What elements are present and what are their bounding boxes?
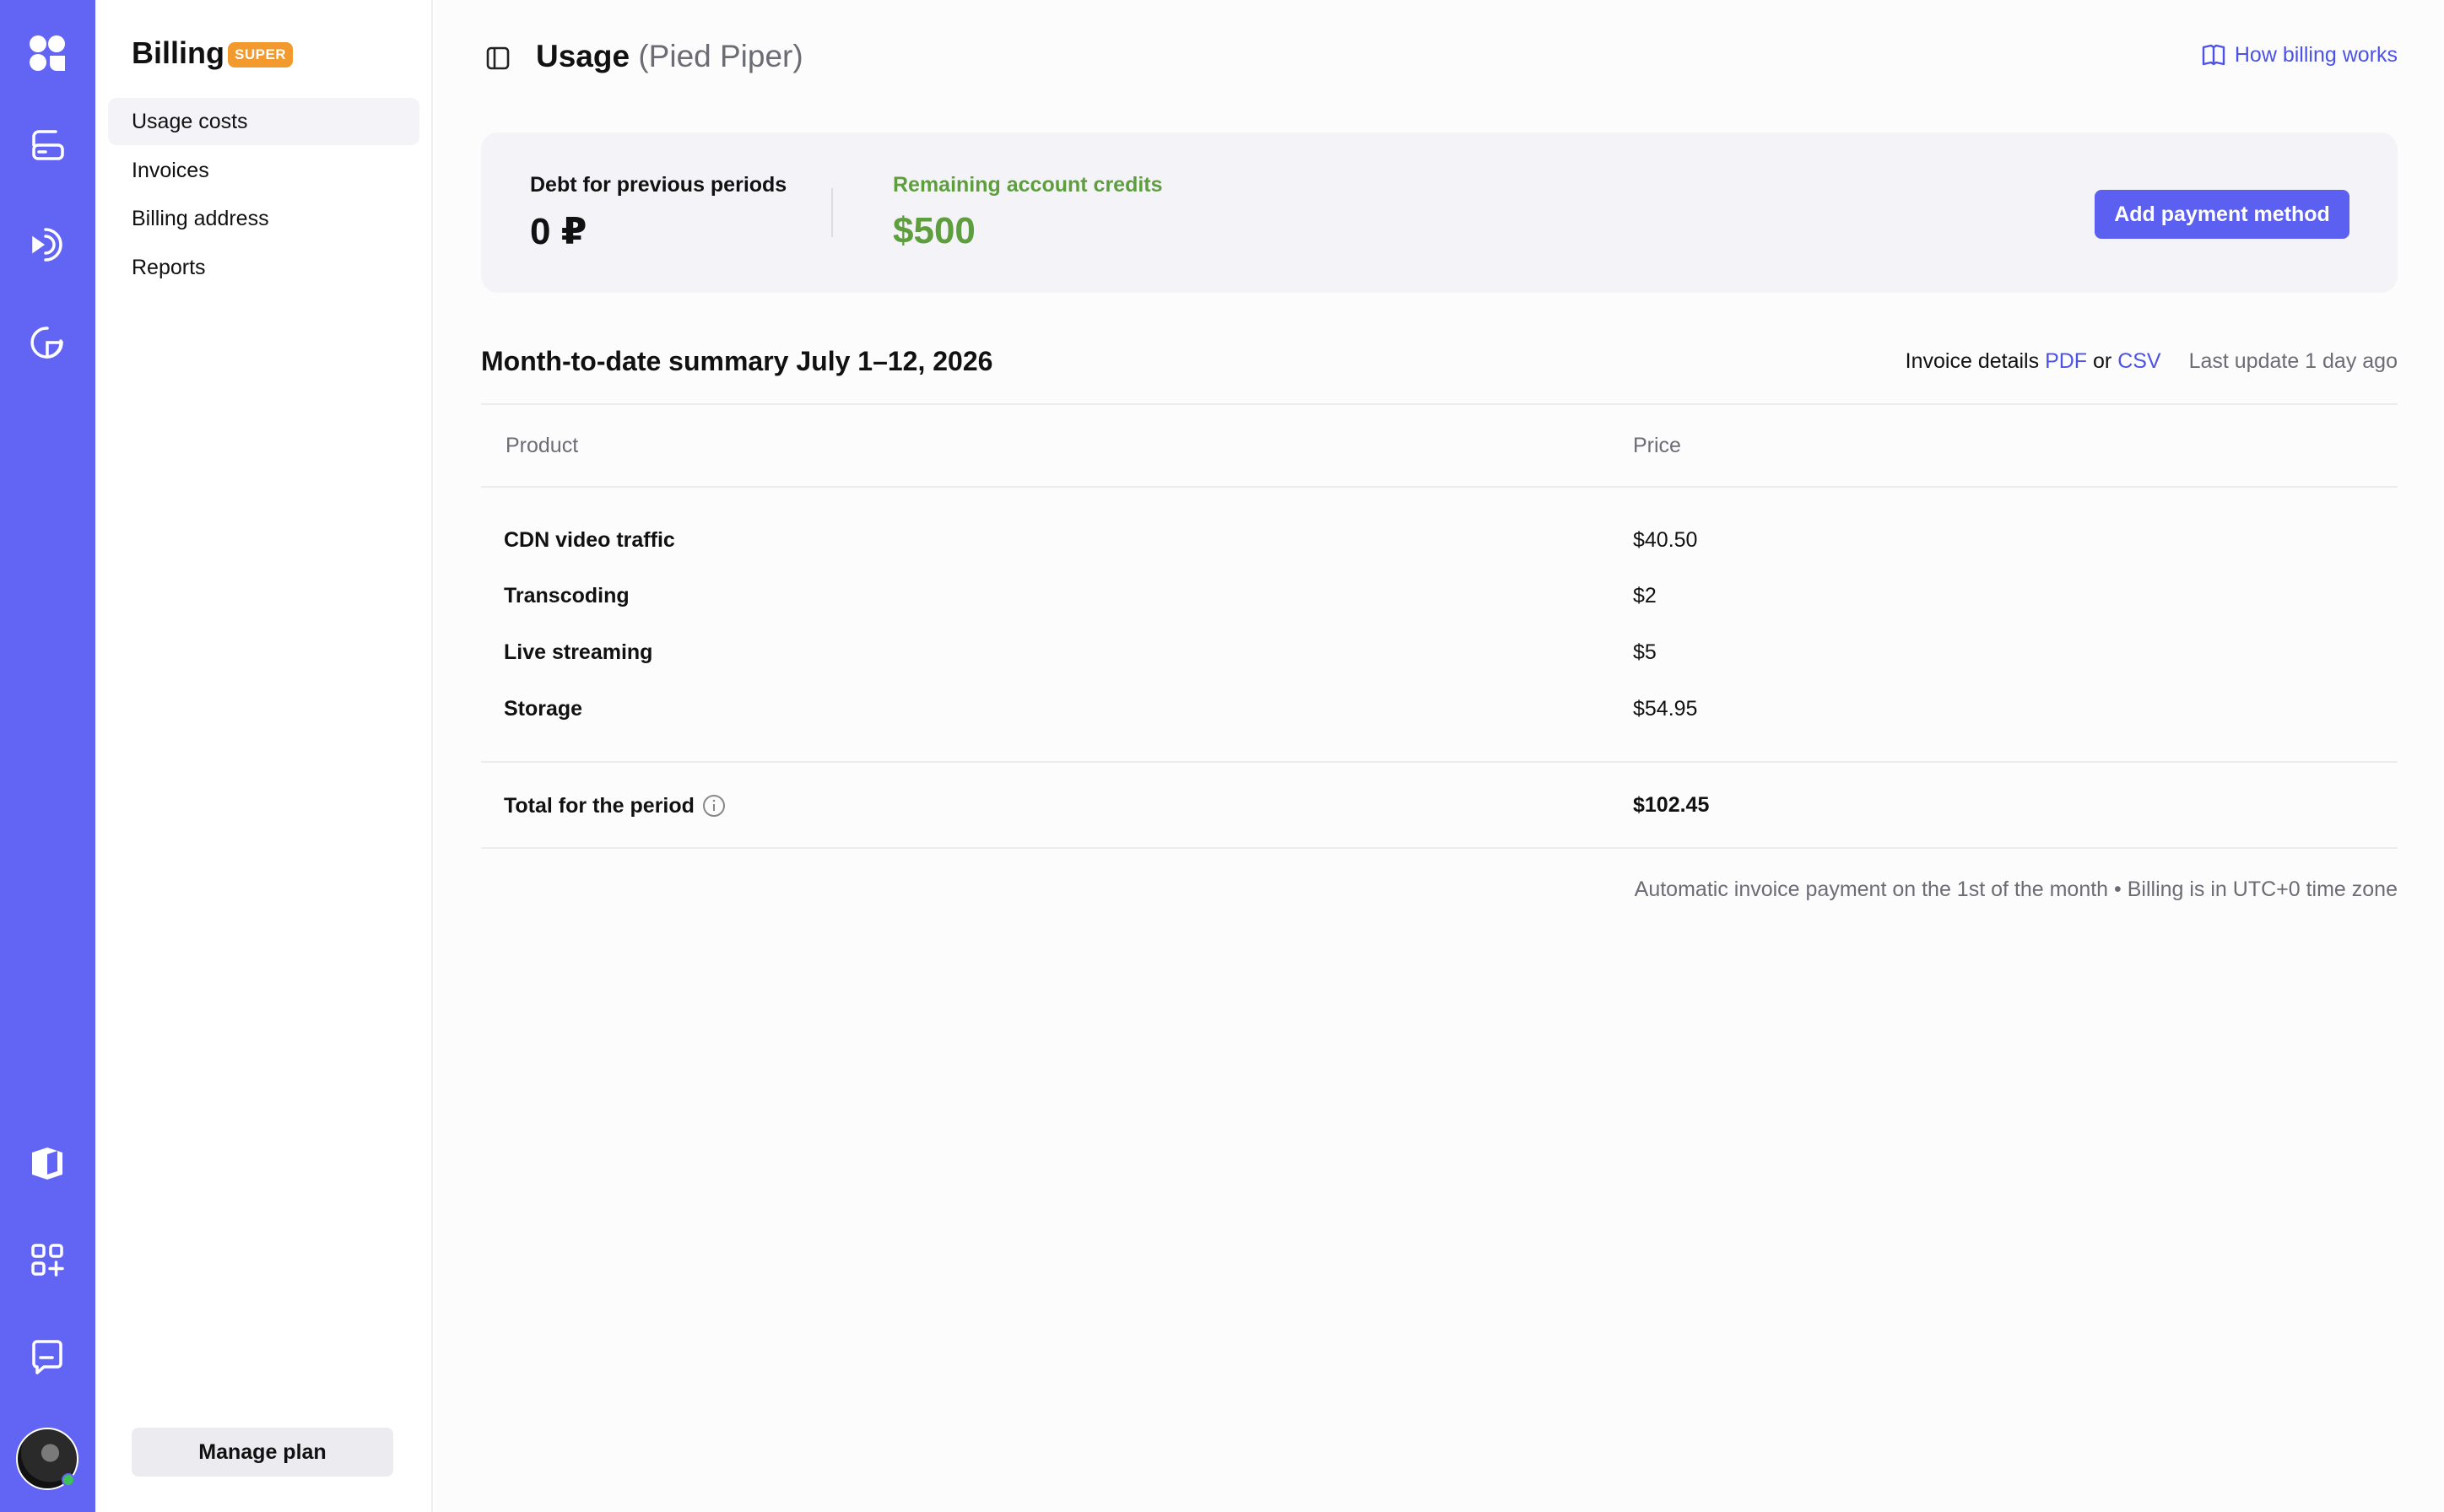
- or-text: or: [2093, 349, 2112, 373]
- last-update: Last update 1 day ago: [2188, 349, 2398, 373]
- total-value: $102.45: [1633, 793, 1710, 817]
- icon-rail: [0, 0, 95, 1512]
- invoice-details-label: Invoice details: [1905, 349, 2040, 373]
- sidebar-title: Billing: [132, 35, 224, 70]
- table-row-product: Live streaming: [504, 640, 653, 664]
- total-row: Total for the period: [504, 793, 727, 818]
- org-name: (Pied Piper): [638, 39, 803, 73]
- sidebar-item-billing-address[interactable]: Billing address: [108, 195, 419, 242]
- plan-badge: SUPER: [228, 42, 294, 68]
- page-title: Usage (Pied Piper): [536, 39, 803, 74]
- column-header-price: Price: [1633, 434, 1681, 457]
- divider: [481, 486, 2398, 488]
- divider: [481, 403, 2398, 405]
- table-row-price: $40.50: [1633, 528, 1698, 552]
- logo-icon[interactable]: [24, 30, 71, 77]
- table-row-product: Transcoding: [504, 584, 630, 608]
- book-icon: [2202, 44, 2225, 66]
- table-row-product: Storage: [504, 697, 583, 721]
- divider: [481, 761, 2398, 763]
- sidebar-item-reports[interactable]: Reports: [108, 244, 419, 291]
- panel-toggle-icon[interactable]: [485, 46, 511, 71]
- main-content: Usage (Pied Piper) How billing works Deb…: [435, 0, 2444, 1512]
- total-label: Total for the period: [504, 793, 695, 818]
- add-payment-method-button[interactable]: Add payment method: [2095, 190, 2349, 239]
- apps-icon[interactable]: [24, 1236, 71, 1283]
- table-row-product: CDN video traffic: [504, 528, 675, 552]
- sidebar-item-usage-costs[interactable]: Usage costs: [108, 98, 419, 145]
- docs-icon[interactable]: [24, 1139, 71, 1186]
- billing-sidebar: Billing SUPER Usage costs Invoices Billi…: [95, 0, 433, 1512]
- column-header-product: Product: [506, 434, 579, 457]
- credits-value: $500: [893, 210, 976, 251]
- avatar[interactable]: [16, 1428, 78, 1490]
- balance-card: Debt for previous periods 0 ₽ Remaining …: [481, 132, 2398, 293]
- credits-label: Remaining account credits: [893, 173, 1163, 197]
- streaming-icon[interactable]: [24, 221, 71, 268]
- chat-icon[interactable]: [24, 1333, 71, 1380]
- summary-meta: Invoice details PDF or CSV Last update 1…: [1906, 349, 2398, 374]
- table-row-price: $5: [1633, 640, 1657, 664]
- table-row-price: $54.95: [1633, 697, 1698, 721]
- balance-divider: [831, 188, 833, 237]
- billing-footnote: Automatic invoice payment on the 1st of …: [1634, 878, 2398, 901]
- how-billing-works-link[interactable]: How billing works: [2201, 42, 2398, 68]
- divider: [481, 847, 2398, 849]
- how-billing-works-label: How billing works: [2234, 42, 2398, 67]
- summary-title: Month-to-date summary July 1–12, 2026: [481, 346, 993, 376]
- page-title-text: Usage: [536, 39, 630, 73]
- sidebar-item-invoices[interactable]: Invoices: [108, 147, 419, 194]
- online-status-dot: [62, 1473, 75, 1487]
- manage-plan-button[interactable]: Manage plan: [132, 1428, 393, 1477]
- debt-label: Debt for previous periods: [530, 173, 787, 197]
- analytics-icon[interactable]: [24, 319, 71, 366]
- hosting-icon[interactable]: [24, 123, 71, 170]
- table-row-price: $2: [1633, 584, 1657, 608]
- debt-value: 0 ₽: [530, 211, 587, 252]
- csv-link[interactable]: CSV: [2117, 349, 2160, 373]
- pdf-link[interactable]: PDF: [2045, 349, 2087, 373]
- info-icon[interactable]: [701, 793, 727, 818]
